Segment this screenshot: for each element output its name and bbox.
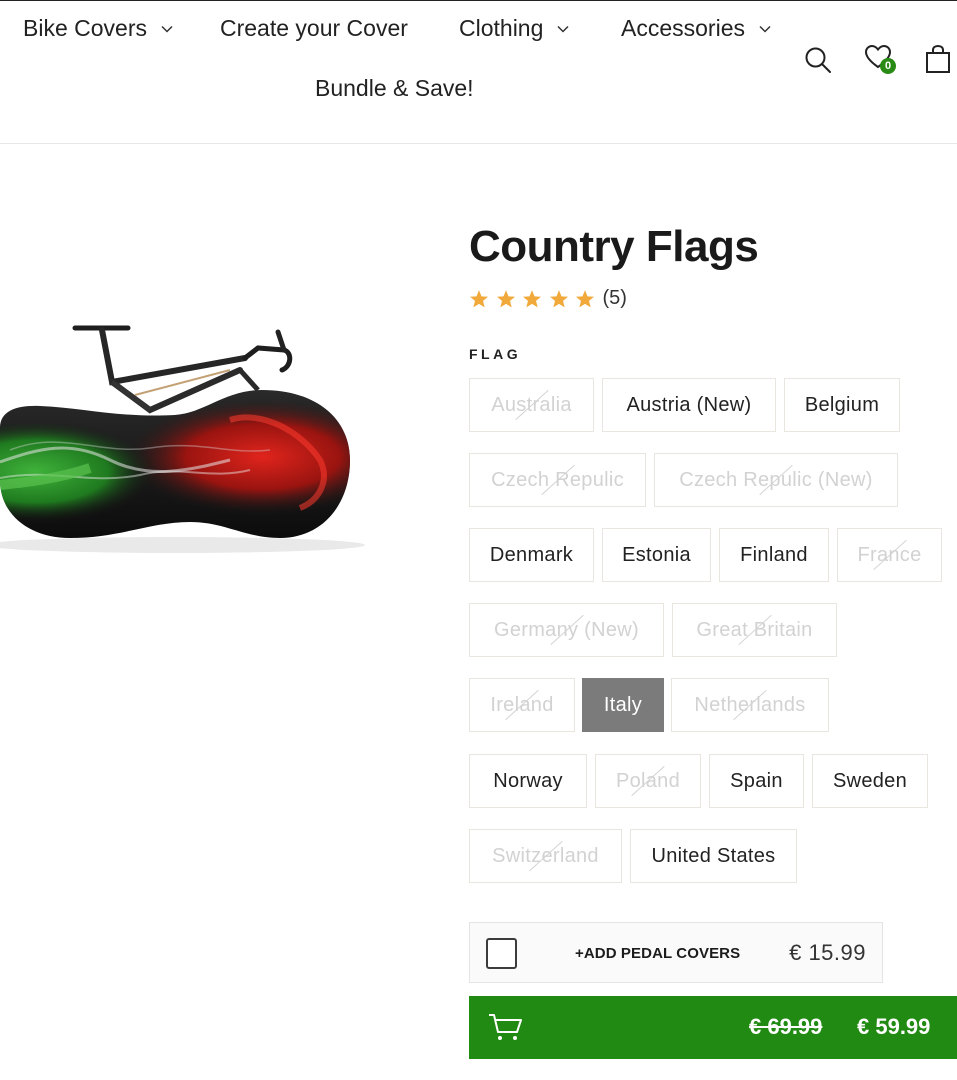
nav-bundle-and-save[interactable]: Bundle & Save! — [315, 75, 474, 102]
flag-option-germany-new[interactable]: Germany (New) — [469, 603, 664, 657]
flag-option-label: Norway — [493, 769, 563, 792]
nav-accessories[interactable]: Accessories — [621, 15, 771, 42]
nav-create-your-cover[interactable]: Create your Cover — [220, 15, 408, 42]
pedal-covers-label: +ADD PEDAL COVERS — [575, 945, 741, 962]
flag-option-sweden[interactable]: Sweden — [812, 754, 928, 808]
cart-bag-icon[interactable] — [925, 44, 951, 74]
flag-option-spain[interactable]: Spain — [709, 754, 804, 808]
flag-option-label: Spain — [730, 769, 783, 792]
nav-clothing[interactable]: Clothing — [459, 15, 569, 42]
nav-bundle-and-save-label: Bundle & Save! — [315, 75, 474, 101]
star-icon — [496, 289, 515, 307]
flag-option-label: Austria (New) — [626, 393, 752, 416]
nav-create-your-cover-label: Create your Cover — [220, 15, 408, 41]
flag-option-czech-repulic-new[interactable]: Czech Repulic (New) — [654, 453, 898, 507]
flag-option-finland[interactable]: Finland — [719, 528, 829, 582]
add-to-cart-button[interactable]: € 69.99 € 59.99 — [469, 996, 957, 1059]
flag-option-belgium[interactable]: Belgium — [784, 378, 900, 432]
product-rating[interactable]: (5) — [469, 287, 627, 310]
pedal-covers-checkbox[interactable] — [486, 938, 517, 969]
nav-clothing-label: Clothing — [459, 15, 544, 41]
nav-bike-covers-label: Bike Covers — [23, 15, 147, 41]
option-label-flag: FLAG — [469, 346, 522, 362]
nav-accessories-label: Accessories — [621, 15, 745, 41]
flag-option-denmark[interactable]: Denmark — [469, 528, 594, 582]
search-icon[interactable] — [804, 46, 832, 74]
star-icon — [523, 289, 541, 307]
flag-option-netherlands[interactable]: Netherlands — [671, 678, 829, 732]
chevron-down-icon — [759, 25, 771, 33]
original-price: € 69.99 — [749, 1014, 823, 1039]
review-count: (5) — [602, 287, 627, 309]
flag-option-australia[interactable]: Australia — [469, 378, 594, 432]
flag-option-poland[interactable]: Poland — [595, 754, 701, 808]
flag-option-estonia[interactable]: Estonia — [602, 528, 711, 582]
add-pedal-covers[interactable]: +ADD PEDAL COVERS € 15.99 — [469, 922, 883, 983]
wishlist-count-badge: 0 — [880, 58, 896, 74]
chevron-down-icon — [557, 25, 569, 33]
star-icon — [470, 289, 488, 307]
product-title: Country Flags — [469, 222, 759, 271]
flag-option-great-britain[interactable]: Great Britain — [672, 603, 837, 657]
flag-option-france[interactable]: France — [837, 528, 942, 582]
flag-option-label: Belgium — [804, 393, 880, 416]
flag-option-austria-new[interactable]: Austria (New) — [602, 378, 776, 432]
product-image — [0, 325, 365, 553]
sale-price: € 59.99 — [857, 1014, 931, 1039]
flag-option-label: Denmark — [489, 543, 574, 566]
flag-option-label: Finland — [740, 543, 808, 566]
star-icon — [576, 289, 594, 307]
flag-option-czech-repulic[interactable]: Czech Repulic — [469, 453, 646, 507]
flag-option-norway[interactable]: Norway — [469, 754, 587, 808]
flag-option-united-states[interactable]: United States — [630, 829, 797, 883]
pedal-covers-price: € 15.99 — [789, 940, 866, 965]
chevron-down-icon — [161, 25, 173, 33]
flag-option-italy[interactable]: Italy — [582, 678, 664, 732]
flag-option-label: Estonia — [622, 543, 691, 566]
flag-option-switzerland[interactable]: Switzerland — [469, 829, 622, 883]
flag-option-label: Sweden — [832, 769, 908, 792]
main-navigation: Bike Covers Create your Cover Clothing A… — [0, 0, 957, 144]
flag-option-label: Italy — [603, 693, 643, 716]
flag-option-label: United States — [651, 844, 776, 867]
flag-option-ireland[interactable]: Ireland — [469, 678, 575, 732]
shopping-cart-icon — [489, 1014, 522, 1040]
nav-bike-covers[interactable]: Bike Covers — [23, 15, 173, 42]
wishlist-button[interactable]: 0 — [864, 44, 898, 76]
star-icon — [549, 289, 568, 307]
